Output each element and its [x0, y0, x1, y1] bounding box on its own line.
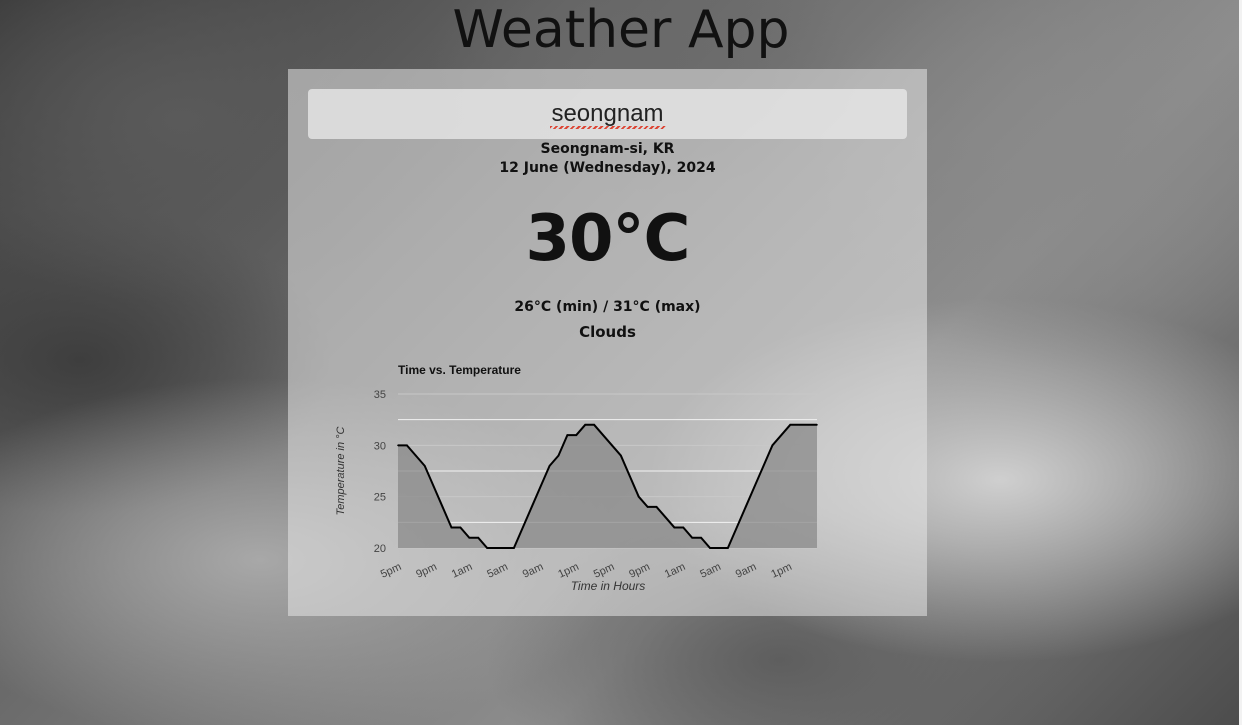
y-tick-label: 25 [374, 492, 386, 504]
data-point [655, 506, 658, 508]
data-point [486, 547, 488, 549]
x-tick-label: 5am [698, 561, 722, 581]
data-point [798, 424, 800, 426]
data-point [584, 424, 587, 426]
x-axis-ticks: 5pm 9pm 1am 5am 9am 1pm 5pm 9pm 1am 5am 9am 1pm [379, 561, 794, 581]
chart-title: Time vs. Temperature [398, 363, 521, 377]
app-title: Weather App [452, 0, 790, 60]
data-point [432, 485, 435, 488]
data-point [566, 434, 569, 436]
data-point [753, 485, 756, 488]
x-tick-label: 9am [521, 561, 545, 581]
data-point [646, 506, 649, 508]
x-tick-label: 1am [450, 561, 474, 581]
data-point [441, 506, 444, 508]
x-tick-label: 9am [734, 561, 758, 581]
data-point [771, 444, 774, 447]
data-point [700, 536, 702, 539]
data-point [816, 424, 818, 426]
data-point [620, 454, 622, 457]
data-point [691, 536, 693, 539]
data-point [539, 485, 542, 488]
data-point [602, 434, 604, 436]
temperature-chart: Time vs. Temperature 20253035 5pm 9pm 1am 5… [335, 363, 818, 593]
data-point [522, 526, 524, 529]
data-point [415, 454, 417, 457]
data-point [548, 465, 551, 467]
data-point [477, 536, 480, 539]
data-point [468, 536, 471, 539]
data-point [575, 434, 578, 436]
data-point [495, 547, 497, 549]
data-point [593, 424, 595, 426]
data-point [504, 547, 506, 549]
data-point [718, 547, 720, 549]
y-tick-label: 30 [374, 440, 386, 452]
x-tick-label: 5pm [379, 561, 403, 581]
x-tick-label: 9pm [627, 561, 651, 581]
x-tick-label: 1am [663, 561, 687, 581]
y-axis-ticks: 20 25 30 35 [374, 389, 386, 555]
data-point [450, 526, 453, 529]
data-point [664, 516, 667, 518]
data-point [397, 444, 399, 447]
y-tick-label: 35 [374, 389, 386, 401]
data-point [611, 444, 613, 447]
data-point [513, 547, 515, 549]
y-tick-label: 20 [374, 543, 386, 555]
x-axis-label: Time in Hours [571, 579, 646, 593]
data-point [727, 547, 729, 549]
data-point [709, 547, 711, 549]
data-point [789, 424, 792, 426]
data-point [406, 444, 408, 447]
data-point [682, 526, 685, 529]
x-tick-label: 1pm [556, 561, 580, 581]
data-point [673, 526, 676, 529]
data-point [637, 495, 640, 498]
data-point [423, 465, 426, 467]
data-point [530, 506, 533, 508]
data-point [735, 526, 738, 529]
data-point [762, 465, 765, 467]
y-axis-label: Temperature in °C [335, 426, 347, 515]
weather-card: Seongnam-si, KR 12 June (Wednesday), 202… [288, 69, 927, 616]
data-point [744, 506, 747, 508]
x-tick-label: 5am [485, 561, 509, 581]
x-tick-label: 5pm [592, 561, 616, 581]
data-point [628, 475, 631, 477]
data-point [459, 526, 462, 529]
data-point [807, 424, 809, 426]
x-tick-label: 1pm [769, 561, 793, 581]
data-point [557, 454, 560, 457]
data-point [780, 434, 783, 436]
x-tick-label: 9pm [414, 561, 438, 581]
